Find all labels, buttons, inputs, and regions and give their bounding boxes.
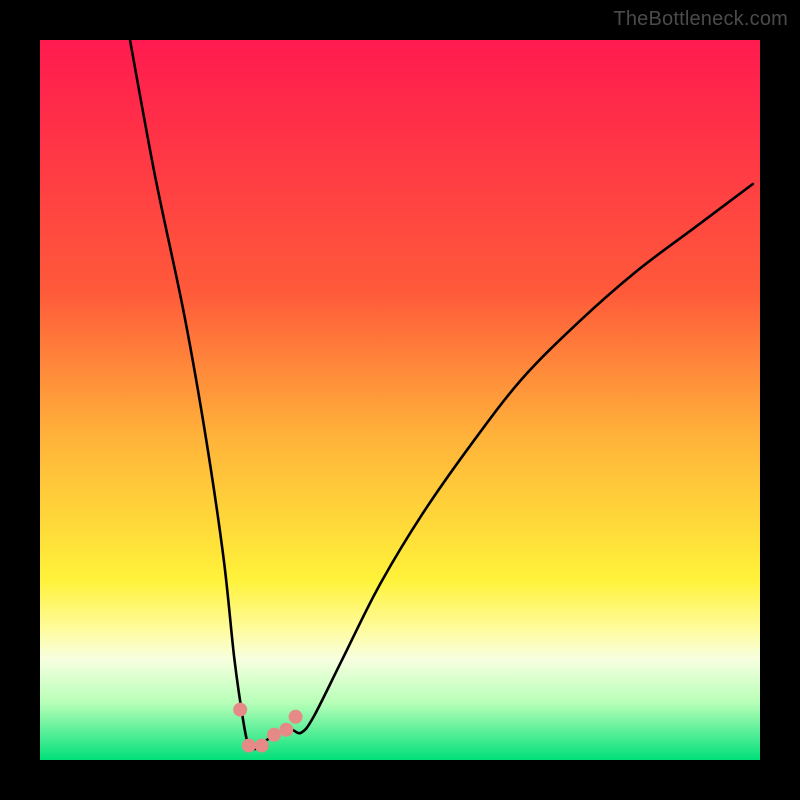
valley-marker — [233, 703, 247, 717]
valley-marker — [255, 739, 269, 753]
plot-area — [40, 40, 760, 760]
valley-marker — [289, 710, 303, 724]
valley-marker — [242, 739, 256, 753]
valley-marker — [267, 728, 281, 742]
valley-marker — [279, 723, 293, 737]
attribution-text: TheBottleneck.com — [613, 8, 788, 31]
curve-layer — [40, 40, 760, 760]
chart-frame: TheBottleneck.com — [0, 0, 800, 800]
bottleneck-curve — [130, 40, 753, 749]
